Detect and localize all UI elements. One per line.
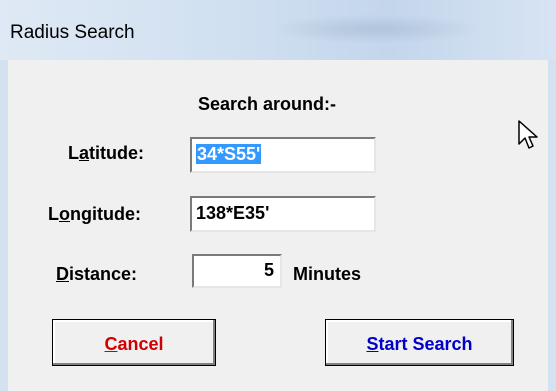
cancel-button-label: Cancel [104,334,164,354]
distance-value: 5 [263,260,274,280]
start-search-button-label: Start Search [366,334,473,354]
window-frame-right [548,60,556,391]
window-frame-left [0,60,8,391]
start-search-button[interactable]: Start Search [325,319,514,366]
longitude-field[interactable]: 138*E35' [190,196,376,232]
longitude-label: Longitude: [48,204,141,224]
longitude-value: 138*E35' [196,203,270,223]
distance-label: Distance: [56,264,138,284]
distance-field[interactable]: 5 [192,254,282,288]
radius-search-dialog: Radius Search Search around:- Latitude: … [0,0,556,391]
search-around-heading: Search around:- [198,94,337,114]
cancel-button[interactable]: Cancel [52,319,216,366]
latitude-value: 34*S55' [196,144,262,164]
window-title: Radius Search [10,22,135,43]
latitude-label: Latitude: [68,143,144,163]
title-bar-blur [270,14,480,44]
distance-unit: Minutes [293,264,362,284]
title-bar[interactable]: Radius Search [0,0,556,60]
latitude-field[interactable]: 34*S55' [190,137,376,173]
mouse-pointer-icon [518,120,538,149]
